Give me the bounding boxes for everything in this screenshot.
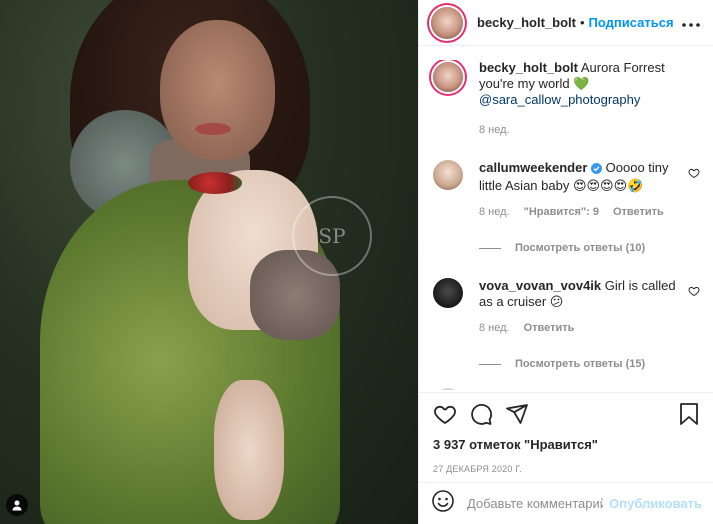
post-side-panel: becky_holt_bolt • Подписаться becky_holt… (418, 0, 713, 524)
comment-item: vova_vovan_vov4ik Girl is called as a cr… (419, 278, 713, 336)
header-separator: • (579, 15, 585, 30)
comment-avatar[interactable] (433, 278, 463, 308)
view-replies-label[interactable]: Посмотреть ответы (15) (515, 358, 645, 370)
view-replies-label[interactable]: Посмотреть ответы (10) (515, 242, 645, 254)
verified-badge-icon (591, 162, 603, 178)
caption-emoji: 💚 (573, 76, 590, 91)
comment-time[interactable]: 8 нед. (479, 320, 510, 336)
replies-divider (479, 247, 501, 249)
post-actions: 3 937 отметок "Нравится" 27 ДЕКАБРЯ 2020… (419, 392, 713, 474)
caption-author-avatar[interactable] (433, 62, 463, 92)
comment-like-heart-icon[interactable] (688, 284, 700, 297)
author-username[interactable]: becky_holt_bolt (477, 15, 576, 30)
comment-likes[interactable]: "Нравится": 9 (524, 204, 599, 220)
caption-time[interactable]: 8 нед. (479, 122, 510, 138)
comment-item-partial (419, 388, 713, 390)
comment-input[interactable]: Добавьте комментарий... (467, 496, 603, 511)
more-horizontal-icon[interactable] (681, 12, 701, 33)
view-replies-button[interactable]: Посмотреть ответы (15) (479, 358, 713, 370)
comment-author[interactable]: vova_vovan_vov4ik (479, 278, 601, 293)
view-replies-button[interactable]: Посмотреть ответы (10) (479, 242, 713, 254)
photo-leg (214, 380, 284, 520)
comment-avatar[interactable] (433, 160, 463, 190)
caption-mention[interactable]: @sara_callow_photography (479, 92, 640, 107)
post-date[interactable]: 27 ДЕКАБРЯ 2020 Г. (433, 464, 700, 474)
replies-divider (479, 363, 501, 365)
tagged-user-icon[interactable] (6, 494, 28, 516)
like-heart-icon[interactable] (433, 402, 457, 431)
add-comment-bar: Добавьте комментарий... Опубликовать (419, 482, 713, 524)
caption-author[interactable]: becky_holt_bolt (479, 60, 578, 75)
comment-like-heart-icon[interactable] (688, 166, 700, 179)
comment-time[interactable]: 8 нед. (479, 204, 510, 220)
photographer-watermark: SP (292, 196, 372, 276)
share-paper-plane-icon[interactable] (505, 402, 529, 431)
author-avatar[interactable] (431, 6, 463, 39)
publish-button[interactable]: Опубликовать (609, 496, 702, 511)
comment-author[interactable]: callumweekender (479, 160, 587, 175)
comment-item: callumweekender Ooooo tiny little Asian … (419, 160, 713, 220)
follow-button[interactable]: Подписаться (589, 15, 674, 30)
post-header: becky_holt_bolt • Подписаться (419, 0, 713, 46)
caption-item: becky_holt_bolt Aurora Forrest you're my… (419, 60, 713, 138)
comment-bubble-icon[interactable] (469, 402, 493, 431)
photo-face (160, 20, 275, 160)
reply-button[interactable]: Ответить (524, 320, 575, 336)
emoji-smiley-icon[interactable] (431, 489, 455, 518)
comments-list[interactable]: becky_holt_bolt Aurora Forrest you're my… (419, 60, 713, 390)
photo-lips (195, 123, 231, 135)
likes-count[interactable]: 3 937 отметок "Нравится" (433, 437, 700, 452)
post-photo[interactable]: SP (0, 0, 418, 524)
photo-headband (188, 172, 242, 194)
comment-avatar[interactable] (433, 388, 463, 390)
reply-button[interactable]: Ответить (613, 204, 664, 220)
save-bookmark-icon[interactable] (678, 402, 700, 431)
